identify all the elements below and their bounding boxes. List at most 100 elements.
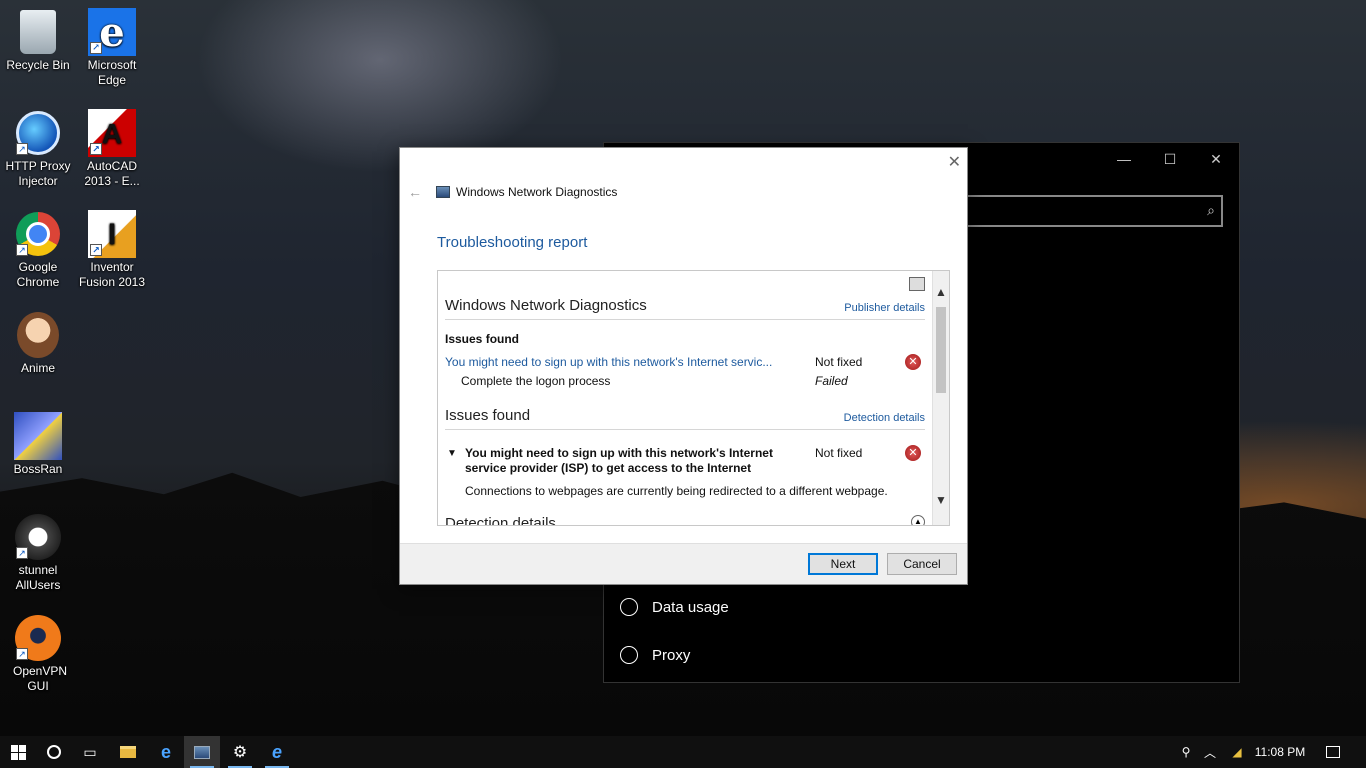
- network-diagnostics-icon: [436, 186, 450, 198]
- page-title: Troubleshooting report: [437, 234, 588, 251]
- desktop-icon-anime[interactable]: Anime: [0, 311, 76, 376]
- chrome-icon: ↗: [14, 210, 62, 258]
- scroll-down-icon[interactable]: ▼: [935, 493, 947, 507]
- desktop-icon-label: Recycle Bin: [6, 58, 70, 72]
- detection-details-link[interactable]: Detection details: [844, 412, 925, 424]
- report-scrollbar[interactable]: ▲ ▼: [932, 271, 949, 525]
- minimize-button[interactable]: —: [1104, 151, 1144, 167]
- edge-icon: e ↗: [88, 8, 136, 56]
- chevron-up-icon[interactable]: ︿: [1196, 744, 1224, 761]
- scroll-thumb[interactable]: [936, 307, 946, 393]
- settings-search-input[interactable]: ⌕: [964, 195, 1223, 227]
- http-proxy-injector-icon: ↗: [14, 109, 62, 157]
- dialog-title-bar: Windows Network Diagnostics: [436, 185, 617, 199]
- issue-status: Not fixed: [815, 355, 863, 369]
- collapse-icon[interactable]: ▲: [911, 515, 925, 525]
- autocad-icon: A ↗: [88, 109, 136, 157]
- system-tray: ⚲ ︿ ◢ 11:08 PM: [1176, 736, 1310, 768]
- printer-icon[interactable]: [909, 277, 925, 291]
- back-arrow-icon[interactable]: ←: [408, 184, 422, 200]
- scroll-up-icon[interactable]: ▲: [935, 285, 947, 299]
- section-divider: [445, 429, 925, 430]
- inventor-icon: I ↗: [88, 210, 136, 258]
- issue-description: Connections to webpages are currently be…: [465, 484, 888, 498]
- desktop-icon-label: Inventor Fusion 2013: [78, 260, 146, 289]
- issue-sub-step: Complete the logon process: [461, 374, 611, 388]
- desktop-icon-inventor-fusion[interactable]: I ↗ Inventor Fusion 2013: [74, 210, 150, 290]
- task-view-button[interactable]: ▭: [72, 736, 108, 768]
- issue-title: You might need to sign up with this netw…: [465, 446, 773, 475]
- issue-status: Not fixed: [815, 446, 863, 460]
- desktop-icon-bossran[interactable]: BossRan: [0, 412, 76, 477]
- network-diagnostics-dialog: ✕ ← Windows Network Diagnostics Troubles…: [399, 147, 968, 585]
- maximize-button[interactable]: ☐: [1150, 151, 1190, 168]
- cancel-button[interactable]: Cancel: [887, 553, 957, 575]
- issues-found-label: Issues found: [445, 332, 520, 346]
- desktop-icon-stunnel[interactable]: ↗ stunnel AllUsers: [0, 513, 76, 593]
- settings-item-label: Proxy: [652, 646, 691, 664]
- close-icon[interactable]: ✕: [948, 152, 961, 172]
- desktop-icon-google-chrome[interactable]: ↗ Google Chrome: [0, 210, 76, 290]
- report-section-title: Windows Network Diagnostics: [445, 297, 647, 314]
- taskbar-internet-explorer[interactable]: e: [259, 736, 295, 768]
- desktop-icon-label: Microsoft Edge: [87, 58, 137, 87]
- desktop-icon-edge[interactable]: e ↗ Microsoft Edge: [74, 8, 150, 88]
- desktop-icon-openvpn[interactable]: ↗ OpenVPN GUI: [0, 614, 76, 694]
- settings-item-label: Data usage: [652, 598, 729, 616]
- edge-icon: e: [160, 741, 171, 762]
- cortana-icon: [47, 745, 61, 759]
- desktop-icon-label: Anime: [20, 361, 55, 375]
- desktop-icon-label: stunnel AllUsers: [15, 563, 61, 592]
- dialog-footer: Next Cancel: [400, 543, 967, 584]
- report-section-title: Detection details: [445, 515, 556, 526]
- network-diagnostics-icon: [194, 745, 210, 759]
- start-button[interactable]: [0, 736, 36, 768]
- taskbar-network-diagnostics[interactable]: [184, 736, 220, 768]
- expand-triangle-icon[interactable]: ▼: [447, 448, 457, 459]
- openvpn-icon: ↗: [14, 614, 62, 662]
- dialog-title: Windows Network Diagnostics: [456, 185, 618, 199]
- network-warning-icon[interactable]: ◢: [1224, 745, 1250, 759]
- cortana-button[interactable]: [36, 736, 72, 768]
- sub-step-status: Failed: [815, 374, 848, 388]
- desktop-icon-label: Google Chrome: [16, 260, 60, 289]
- task-view-icon: ▭: [83, 743, 97, 760]
- error-icon: ✕: [905, 445, 921, 461]
- desktop-icon-label: OpenVPN GUI: [13, 664, 68, 693]
- taskbar-file-explorer[interactable]: [110, 736, 146, 768]
- search-icon: ⌕: [1207, 202, 1215, 218]
- data-usage-icon: [620, 598, 638, 616]
- settings-item-proxy[interactable]: Proxy: [620, 646, 690, 664]
- start-icon: [10, 744, 26, 760]
- issue-link[interactable]: You might need to sign up with this netw…: [445, 355, 777, 369]
- bossran-icon: [14, 412, 62, 460]
- stunnel-icon: ↗: [14, 513, 62, 561]
- clock[interactable]: 11:08 PM: [1250, 745, 1310, 759]
- desktop-icon-label: HTTP Proxy Injector: [5, 159, 71, 188]
- internet-explorer-icon: e: [271, 741, 282, 762]
- desktop-icon-label: BossRan: [13, 462, 63, 476]
- taskbar-settings[interactable]: ⚙: [222, 736, 258, 768]
- report-section-title: Issues found: [445, 407, 531, 424]
- publisher-details-link[interactable]: Publisher details: [844, 302, 925, 314]
- people-icon[interactable]: ⚲: [1176, 745, 1196, 759]
- action-center-button[interactable]: [1318, 736, 1348, 768]
- file-explorer-icon: [120, 746, 136, 758]
- next-button[interactable]: Next: [808, 553, 878, 575]
- settings-item-data-usage[interactable]: Data usage: [620, 598, 729, 616]
- anime-icon: [14, 311, 62, 359]
- close-button[interactable]: ✕: [1196, 151, 1236, 168]
- error-icon: ✕: [905, 354, 921, 370]
- desktop-icon-label: AutoCAD 2013 - E...: [84, 159, 140, 188]
- desktop-icon-recycle-bin[interactable]: Recycle Bin: [0, 8, 76, 73]
- taskbar: ▭ e ⚙ e ⚲ ︿ ◢ 11:08 PM: [0, 736, 1366, 768]
- troubleshooting-report-pane[interactable]: Windows Network Diagnostics Publisher de…: [437, 270, 950, 526]
- desktop-icon-http-proxy-injector[interactable]: ↗ HTTP Proxy Injector: [0, 109, 76, 189]
- desktop-icon-autocad[interactable]: A ↗ AutoCAD 2013 - E...: [74, 109, 150, 189]
- recycle-bin-icon: [14, 8, 62, 56]
- settings-gear-icon: ⚙: [232, 744, 248, 761]
- globe-icon: [620, 646, 638, 664]
- action-center-icon: [1326, 746, 1340, 758]
- taskbar-edge[interactable]: e: [148, 736, 184, 768]
- section-divider: [445, 319, 925, 320]
